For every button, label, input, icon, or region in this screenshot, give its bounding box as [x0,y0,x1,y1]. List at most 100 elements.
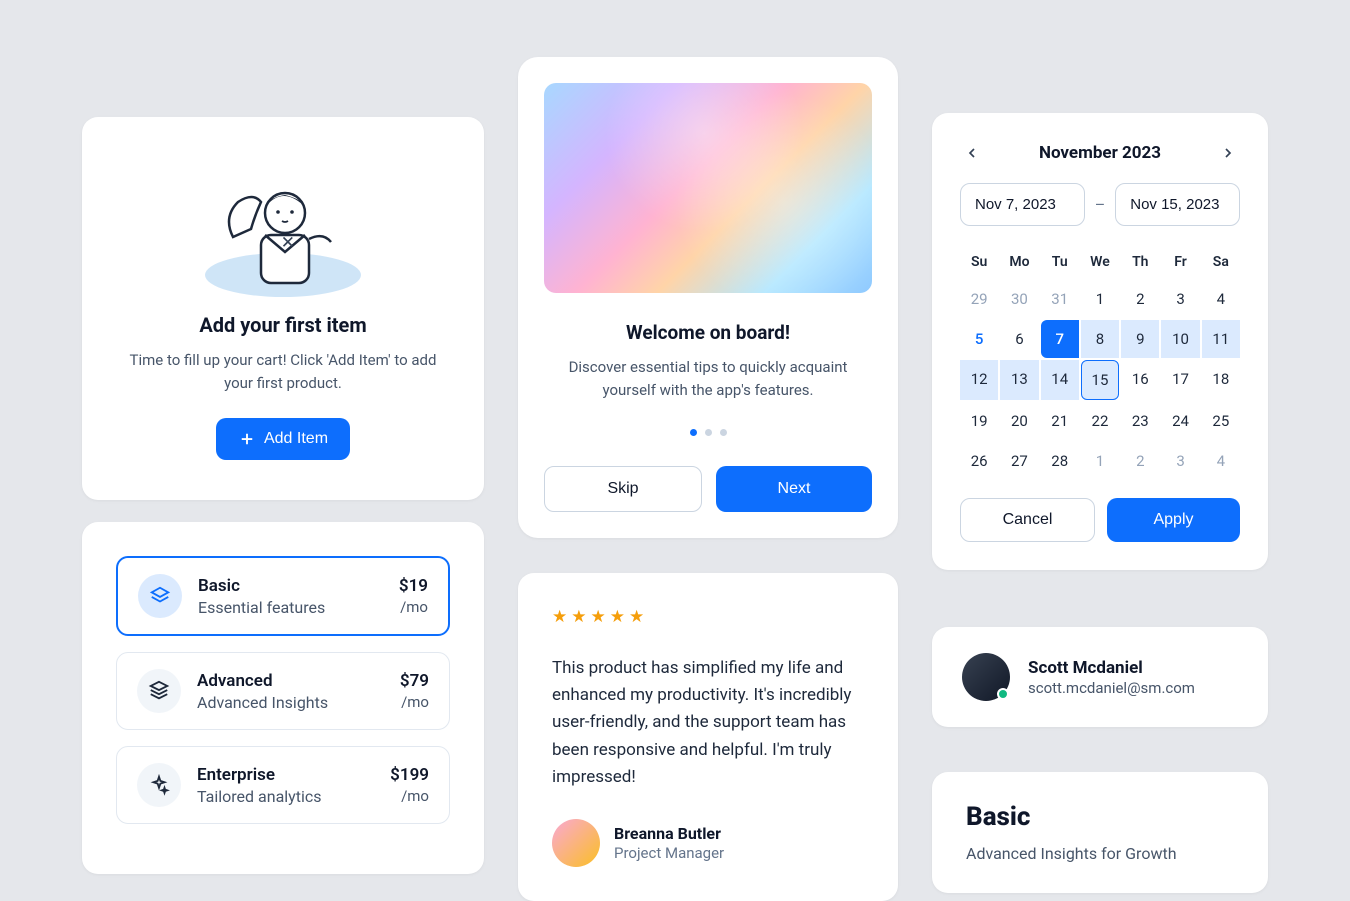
calendar-day[interactable]: 7 [1041,320,1079,358]
user-name: Scott Mcdaniel [1028,658,1195,678]
calendar-dow: Fr [1161,246,1199,278]
star-icon: ★ [629,607,644,627]
welcome-title: Welcome on board! [544,321,872,344]
calendar-day[interactable]: 28 [1041,442,1079,480]
calendar-day[interactable]: 14 [1041,360,1079,400]
calendar-apply-button[interactable]: Apply [1107,498,1240,542]
calendar-day[interactable]: 4 [1202,280,1240,318]
add-item-label: Add Item [264,430,328,448]
calendar-day[interactable]: 16 [1121,360,1159,400]
calendar-day[interactable]: 30 [1000,280,1038,318]
calendar-dow: Th [1121,246,1159,278]
calendar-day[interactable]: 3 [1161,280,1199,318]
pricing-period: /mo [400,693,429,711]
star-icon: ★ [571,607,586,627]
calendar-dow: We [1081,246,1119,278]
star-rating: ★ ★ ★ ★ ★ [552,607,864,627]
presence-online-icon [997,688,1009,700]
calendar-day[interactable]: 5 [960,320,998,358]
calendar-day[interactable]: 17 [1161,360,1199,400]
calendar-day[interactable]: 27 [1000,442,1038,480]
calendar-day[interactable]: 24 [1161,402,1199,440]
calendar-day[interactable]: 1 [1081,280,1119,318]
close-icon[interactable]: ✕ [281,233,295,253]
calendar-grid: SuMoTuWeThFrSa29303112345678910111213141… [960,246,1240,480]
waving-person-illustration: ✕ [183,157,383,297]
calendar-day[interactable]: 4 [1202,442,1240,480]
calendar-day[interactable]: 21 [1041,402,1079,440]
calendar-day[interactable]: 1 [1081,442,1119,480]
calendar-day[interactable]: 3 [1161,442,1199,480]
pricing-subtitle: Essential features [198,598,325,617]
pricing-amount: $19 [399,576,428,596]
calendar-day[interactable]: 6 [1000,320,1038,358]
date-from-input[interactable]: Nov 7, 2023 [960,183,1085,226]
pricing-list-card: Basic Essential features $19 /mo Advance… [82,522,484,874]
pricing-option-basic[interactable]: Basic Essential features $19 /mo [116,556,450,636]
calendar-prev-button[interactable] [960,141,984,165]
date-to-input[interactable]: Nov 15, 2023 [1115,183,1240,226]
calendar-day[interactable]: 8 [1081,320,1119,358]
calendar-day[interactable]: 25 [1202,402,1240,440]
calendar-day[interactable]: 2 [1121,442,1159,480]
pricing-option-advanced[interactable]: Advanced Advanced Insights $79 /mo [116,652,450,730]
layers-single-icon [138,574,182,618]
pagination-dot-1[interactable] [690,429,697,436]
sparkles-icon [137,763,181,807]
testimonial-text: This product has simplified my life and … [552,655,864,791]
calendar-dow: Su [960,246,998,278]
calendar-day[interactable]: 10 [1161,320,1199,358]
calendar-day[interactable]: 29 [960,280,998,318]
testimonial-card: ★ ★ ★ ★ ★ This product has simplified my… [518,573,898,901]
pagination-dots [544,429,872,436]
pricing-amount: $199 [390,765,429,785]
pagination-dot-2[interactable] [705,429,712,436]
date-range-separator: – [1095,195,1106,214]
next-button[interactable]: Next [716,466,872,512]
calendar-day[interactable]: 11 [1202,320,1240,358]
calendar-day[interactable]: 22 [1081,402,1119,440]
star-icon: ★ [552,607,567,627]
calendar-next-button[interactable] [1216,141,1240,165]
author-name: Breanna Butler [614,824,724,843]
calendar-day[interactable]: 31 [1041,280,1079,318]
pricing-period: /mo [399,598,428,616]
pricing-period: /mo [390,787,429,805]
calendar-day[interactable]: 20 [1000,402,1038,440]
calendar-day[interactable]: 2 [1121,280,1159,318]
calendar-day[interactable]: 18 [1202,360,1240,400]
calendar-day[interactable]: 23 [1121,402,1159,440]
calendar-day[interactable]: 15 [1081,360,1119,400]
testimonial-author: Breanna Butler Project Manager [552,819,864,867]
pricing-name: Basic [198,576,325,596]
plan-summary-card: Basic Advanced Insights for Growth [932,772,1268,893]
pricing-name: Advanced [197,671,328,691]
user-email: scott.mcdaniel@sm.com [1028,679,1195,697]
welcome-card: Welcome on board! Discover essential tip… [518,57,898,538]
calendar-dow: Mo [1000,246,1038,278]
calendar-month-label: November 2023 [1039,143,1161,163]
empty-state-title: Add your first item [112,313,454,337]
calendar-day[interactable]: 12 [960,360,998,400]
calendar-cancel-button[interactable]: Cancel [960,498,1095,542]
chevron-right-icon [1220,145,1236,161]
calendar-day[interactable]: 26 [960,442,998,480]
star-icon: ★ [610,607,625,627]
pricing-name: Enterprise [197,765,321,785]
pricing-amount: $79 [400,671,429,691]
pricing-option-enterprise[interactable]: Enterprise Tailored analytics $199 /mo [116,746,450,824]
user-card[interactable]: Scott Mcdaniel scott.mcdaniel@sm.com [932,627,1268,727]
calendar-day[interactable]: 19 [960,402,998,440]
author-role: Project Manager [614,844,724,862]
pricing-subtitle: Advanced Insights [197,693,328,712]
chevron-left-icon [964,145,980,161]
layers-triple-icon [137,669,181,713]
calendar-day[interactable]: 13 [1000,360,1038,400]
pagination-dot-3[interactable] [720,429,727,436]
plus-icon [238,430,256,448]
plan-summary-subtitle: Advanced Insights for Growth [966,844,1234,863]
add-item-button[interactable]: Add Item [216,418,350,460]
skip-button[interactable]: Skip [544,466,702,512]
calendar-day[interactable]: 9 [1121,320,1159,358]
empty-state-card: ✕ Add your first item Time to fill up yo… [82,117,484,500]
